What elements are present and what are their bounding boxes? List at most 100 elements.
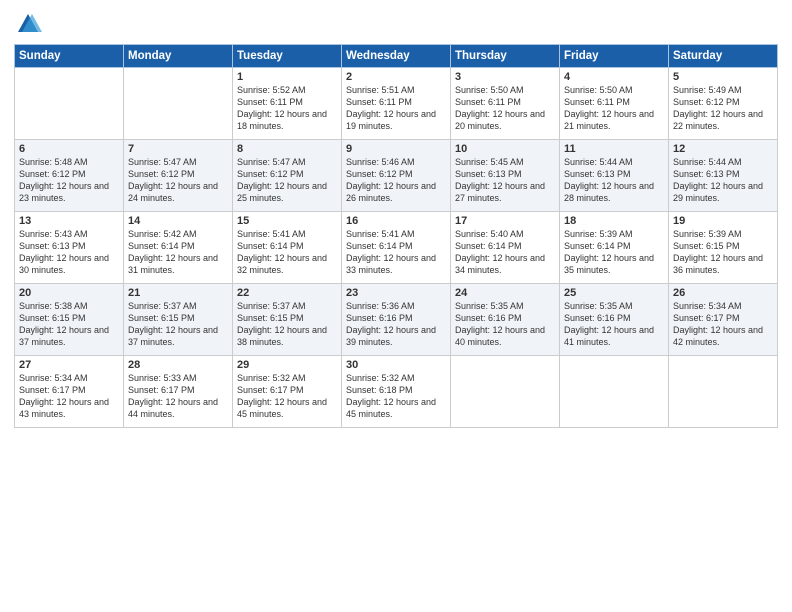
cell-info: Sunrise: 5:52 AM Sunset: 6:11 PM Dayligh…	[237, 84, 337, 133]
cell-info: Sunrise: 5:32 AM Sunset: 6:18 PM Dayligh…	[346, 372, 446, 421]
cell-2-7: 12Sunrise: 5:44 AM Sunset: 6:13 PM Dayli…	[669, 140, 778, 212]
day-number: 7	[128, 143, 228, 155]
cell-5-2: 28Sunrise: 5:33 AM Sunset: 6:17 PM Dayli…	[124, 356, 233, 428]
cell-info: Sunrise: 5:42 AM Sunset: 6:14 PM Dayligh…	[128, 228, 228, 277]
col-header-tuesday: Tuesday	[233, 45, 342, 68]
day-number: 6	[19, 143, 119, 155]
cell-info: Sunrise: 5:49 AM Sunset: 6:12 PM Dayligh…	[673, 84, 773, 133]
col-header-sunday: Sunday	[15, 45, 124, 68]
day-number: 20	[19, 287, 119, 299]
day-number: 26	[673, 287, 773, 299]
week-row-1: 1Sunrise: 5:52 AM Sunset: 6:11 PM Daylig…	[15, 68, 778, 140]
cell-info: Sunrise: 5:37 AM Sunset: 6:15 PM Dayligh…	[237, 300, 337, 349]
cell-info: Sunrise: 5:50 AM Sunset: 6:11 PM Dayligh…	[455, 84, 555, 133]
day-number: 4	[564, 71, 664, 83]
cell-info: Sunrise: 5:39 AM Sunset: 6:14 PM Dayligh…	[564, 228, 664, 277]
day-number: 27	[19, 359, 119, 371]
day-number: 13	[19, 215, 119, 227]
day-number: 3	[455, 71, 555, 83]
cell-5-4: 30Sunrise: 5:32 AM Sunset: 6:18 PM Dayli…	[342, 356, 451, 428]
day-number: 23	[346, 287, 446, 299]
cell-2-6: 11Sunrise: 5:44 AM Sunset: 6:13 PM Dayli…	[560, 140, 669, 212]
cell-4-3: 22Sunrise: 5:37 AM Sunset: 6:15 PM Dayli…	[233, 284, 342, 356]
cell-info: Sunrise: 5:47 AM Sunset: 6:12 PM Dayligh…	[237, 156, 337, 205]
cell-info: Sunrise: 5:41 AM Sunset: 6:14 PM Dayligh…	[346, 228, 446, 277]
cell-5-7	[669, 356, 778, 428]
cell-info: Sunrise: 5:33 AM Sunset: 6:17 PM Dayligh…	[128, 372, 228, 421]
week-row-2: 6Sunrise: 5:48 AM Sunset: 6:12 PM Daylig…	[15, 140, 778, 212]
cell-1-4: 2Sunrise: 5:51 AM Sunset: 6:11 PM Daylig…	[342, 68, 451, 140]
cell-info: Sunrise: 5:35 AM Sunset: 6:16 PM Dayligh…	[455, 300, 555, 349]
cell-1-5: 3Sunrise: 5:50 AM Sunset: 6:11 PM Daylig…	[451, 68, 560, 140]
cell-3-1: 13Sunrise: 5:43 AM Sunset: 6:13 PM Dayli…	[15, 212, 124, 284]
cell-3-5: 17Sunrise: 5:40 AM Sunset: 6:14 PM Dayli…	[451, 212, 560, 284]
cell-3-2: 14Sunrise: 5:42 AM Sunset: 6:14 PM Dayli…	[124, 212, 233, 284]
col-header-wednesday: Wednesday	[342, 45, 451, 68]
col-header-monday: Monday	[124, 45, 233, 68]
cell-5-6	[560, 356, 669, 428]
cell-info: Sunrise: 5:32 AM Sunset: 6:17 PM Dayligh…	[237, 372, 337, 421]
header-row: SundayMondayTuesdayWednesdayThursdayFrid…	[15, 45, 778, 68]
cell-info: Sunrise: 5:39 AM Sunset: 6:15 PM Dayligh…	[673, 228, 773, 277]
col-header-saturday: Saturday	[669, 45, 778, 68]
day-number: 8	[237, 143, 337, 155]
cell-info: Sunrise: 5:44 AM Sunset: 6:13 PM Dayligh…	[564, 156, 664, 205]
day-number: 14	[128, 215, 228, 227]
cell-2-2: 7Sunrise: 5:47 AM Sunset: 6:12 PM Daylig…	[124, 140, 233, 212]
cell-info: Sunrise: 5:36 AM Sunset: 6:16 PM Dayligh…	[346, 300, 446, 349]
cell-info: Sunrise: 5:47 AM Sunset: 6:12 PM Dayligh…	[128, 156, 228, 205]
week-row-4: 20Sunrise: 5:38 AM Sunset: 6:15 PM Dayli…	[15, 284, 778, 356]
cell-3-4: 16Sunrise: 5:41 AM Sunset: 6:14 PM Dayli…	[342, 212, 451, 284]
cell-2-3: 8Sunrise: 5:47 AM Sunset: 6:12 PM Daylig…	[233, 140, 342, 212]
day-number: 18	[564, 215, 664, 227]
cell-4-5: 24Sunrise: 5:35 AM Sunset: 6:16 PM Dayli…	[451, 284, 560, 356]
cell-2-5: 10Sunrise: 5:45 AM Sunset: 6:13 PM Dayli…	[451, 140, 560, 212]
cell-4-7: 26Sunrise: 5:34 AM Sunset: 6:17 PM Dayli…	[669, 284, 778, 356]
cell-4-6: 25Sunrise: 5:35 AM Sunset: 6:16 PM Dayli…	[560, 284, 669, 356]
cell-3-7: 19Sunrise: 5:39 AM Sunset: 6:15 PM Dayli…	[669, 212, 778, 284]
cell-1-1	[15, 68, 124, 140]
day-number: 19	[673, 215, 773, 227]
cell-info: Sunrise: 5:35 AM Sunset: 6:16 PM Dayligh…	[564, 300, 664, 349]
day-number: 22	[237, 287, 337, 299]
cell-4-1: 20Sunrise: 5:38 AM Sunset: 6:15 PM Dayli…	[15, 284, 124, 356]
cell-info: Sunrise: 5:34 AM Sunset: 6:17 PM Dayligh…	[19, 372, 119, 421]
cell-info: Sunrise: 5:38 AM Sunset: 6:15 PM Dayligh…	[19, 300, 119, 349]
cell-info: Sunrise: 5:40 AM Sunset: 6:14 PM Dayligh…	[455, 228, 555, 277]
day-number: 17	[455, 215, 555, 227]
logo-icon	[14, 10, 42, 38]
cell-3-6: 18Sunrise: 5:39 AM Sunset: 6:14 PM Dayli…	[560, 212, 669, 284]
cell-info: Sunrise: 5:37 AM Sunset: 6:15 PM Dayligh…	[128, 300, 228, 349]
cell-4-4: 23Sunrise: 5:36 AM Sunset: 6:16 PM Dayli…	[342, 284, 451, 356]
cell-1-6: 4Sunrise: 5:50 AM Sunset: 6:11 PM Daylig…	[560, 68, 669, 140]
cell-info: Sunrise: 5:50 AM Sunset: 6:11 PM Dayligh…	[564, 84, 664, 133]
col-header-thursday: Thursday	[451, 45, 560, 68]
logo	[14, 10, 46, 38]
header	[14, 10, 778, 38]
day-number: 30	[346, 359, 446, 371]
calendar-table: SundayMondayTuesdayWednesdayThursdayFrid…	[14, 44, 778, 428]
cell-info: Sunrise: 5:34 AM Sunset: 6:17 PM Dayligh…	[673, 300, 773, 349]
day-number: 2	[346, 71, 446, 83]
day-number: 9	[346, 143, 446, 155]
cell-3-3: 15Sunrise: 5:41 AM Sunset: 6:14 PM Dayli…	[233, 212, 342, 284]
cell-info: Sunrise: 5:48 AM Sunset: 6:12 PM Dayligh…	[19, 156, 119, 205]
day-number: 10	[455, 143, 555, 155]
day-number: 15	[237, 215, 337, 227]
day-number: 28	[128, 359, 228, 371]
cell-5-5	[451, 356, 560, 428]
day-number: 11	[564, 143, 664, 155]
day-number: 25	[564, 287, 664, 299]
cell-1-3: 1Sunrise: 5:52 AM Sunset: 6:11 PM Daylig…	[233, 68, 342, 140]
day-number: 1	[237, 71, 337, 83]
cell-info: Sunrise: 5:51 AM Sunset: 6:11 PM Dayligh…	[346, 84, 446, 133]
day-number: 29	[237, 359, 337, 371]
cell-info: Sunrise: 5:43 AM Sunset: 6:13 PM Dayligh…	[19, 228, 119, 277]
day-number: 24	[455, 287, 555, 299]
cell-1-2	[124, 68, 233, 140]
col-header-friday: Friday	[560, 45, 669, 68]
cell-info: Sunrise: 5:45 AM Sunset: 6:13 PM Dayligh…	[455, 156, 555, 205]
cell-1-7: 5Sunrise: 5:49 AM Sunset: 6:12 PM Daylig…	[669, 68, 778, 140]
cell-2-4: 9Sunrise: 5:46 AM Sunset: 6:12 PM Daylig…	[342, 140, 451, 212]
day-number: 16	[346, 215, 446, 227]
